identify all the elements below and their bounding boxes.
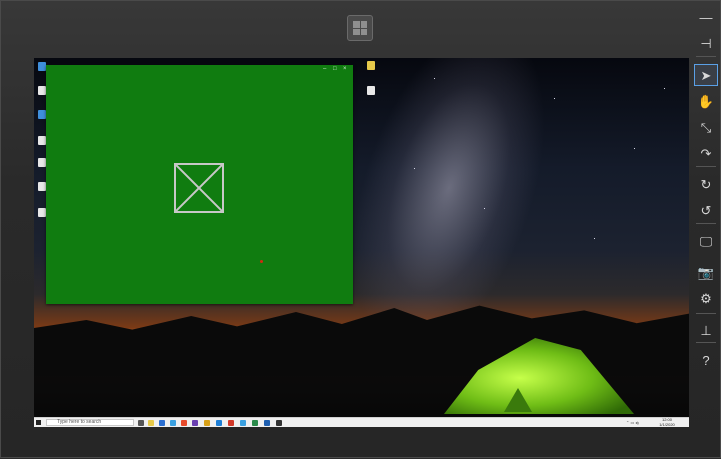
taskbar-search-input[interactable]: Type here to search — [46, 419, 134, 426]
minimize-window-button[interactable]: – — [323, 66, 326, 72]
emulator-toolbar: — ⊣ ➤ ✋ ⤡ ↷ ↻ ↺ 🖵 📷 ⚙ ⊥? — [690, 1, 721, 459]
toolbar-divider — [696, 56, 716, 57]
windows-tiles-icon — [353, 21, 367, 35]
pointer-button[interactable]: ➤ — [694, 64, 718, 86]
rotate-gesture-button[interactable]: ↷ — [694, 142, 718, 164]
taskbar: Type here to search ⌃ ▭ ◂) 12:00 1/1/2020 — [34, 417, 689, 427]
rotate-counterclockwise-icon: ↺ — [700, 202, 712, 218]
taskbar-app-icon[interactable] — [240, 420, 246, 426]
taskbar-app-icon[interactable] — [170, 420, 176, 426]
desktop-icon[interactable] — [38, 182, 46, 191]
taskbar-app-icon[interactable] — [159, 420, 165, 426]
camera-icon: 📷 — [697, 264, 715, 280]
settings-gear-icon: ⚙ — [700, 290, 712, 306]
toolbar-divider — [696, 342, 716, 343]
pointer-icon: ➤ — [700, 67, 712, 83]
rotate-clockwise-icon: ↻ — [700, 176, 712, 192]
taskbar-app-icon[interactable] — [138, 420, 144, 426]
taskbar-app-icon[interactable] — [252, 420, 258, 426]
app-window[interactable]: – □ × — [46, 65, 353, 304]
desktop-icon[interactable] — [38, 158, 46, 167]
desktop-icon[interactable] — [367, 61, 375, 70]
toolbar-divider — [696, 313, 716, 314]
minimize-icon: — — [699, 9, 713, 25]
emulator-frame: – □ × Type here to search ⌃ ▭ ◂) 12:00 1… — [0, 0, 721, 458]
taskbar-app-icon[interactable] — [181, 420, 187, 426]
taskbar-app-icon[interactable] — [148, 420, 154, 426]
taskbar-app-icon[interactable] — [216, 420, 222, 426]
pinch-button[interactable]: ⤡ — [694, 116, 718, 138]
pin-icon: ⊣ — [700, 35, 712, 51]
maximize-window-button[interactable]: □ — [333, 66, 337, 72]
network-button[interactable]: ⊥ — [694, 319, 718, 341]
taskbar-app-icon[interactable] — [264, 420, 270, 426]
cursor-indicator — [260, 260, 263, 263]
windows-button[interactable] — [347, 15, 373, 41]
taskbar-app-icon[interactable] — [276, 420, 282, 426]
monitor-button[interactable]: 🖵 — [694, 230, 718, 252]
image-placeholder-icon — [174, 163, 224, 213]
taskbar-app-icon[interactable] — [192, 420, 198, 426]
toolbar-divider — [696, 166, 716, 167]
desktop-icon[interactable] — [38, 110, 46, 119]
pinch-icon: ⤡ — [700, 119, 712, 135]
rotate-counterclockwise-button[interactable]: ↺ — [694, 199, 718, 221]
desktop-icon[interactable] — [38, 208, 46, 217]
settings-gear-button[interactable]: ⚙ — [694, 287, 718, 309]
taskbar-clock[interactable]: 12:00 1/1/2020 — [658, 417, 676, 427]
device-screen[interactable]: – □ × Type here to search ⌃ ▭ ◂) 12:00 1… — [34, 58, 689, 427]
desktop-icon[interactable] — [38, 136, 46, 145]
network-icon: ⊥ — [700, 322, 712, 338]
desktop-icon[interactable] — [38, 86, 46, 95]
rotate-clockwise-button[interactable]: ↻ — [694, 173, 718, 195]
camera-button[interactable]: 📷 — [694, 261, 718, 283]
taskbar-app-icon[interactable] — [228, 420, 234, 426]
toolbar-divider — [696, 223, 716, 224]
start-button[interactable] — [36, 420, 41, 425]
hand-icon: ✋ — [697, 93, 715, 109]
monitor-icon: 🖵 — [699, 233, 713, 249]
minimize-button[interactable]: — — [694, 6, 718, 28]
desktop-icon[interactable] — [367, 86, 375, 95]
rotate-gesture-icon: ↷ — [700, 145, 712, 161]
close-window-button[interactable]: × — [343, 66, 347, 72]
hand-button[interactable]: ✋ — [694, 90, 718, 112]
help-icon: ? — [702, 352, 710, 368]
desktop-icon[interactable] — [38, 62, 46, 71]
taskbar-app-icon[interactable] — [204, 420, 210, 426]
system-tray[interactable]: ⌃ ▭ ◂) — [626, 420, 639, 425]
help-button[interactable]: ? — [694, 349, 718, 371]
pin-button[interactable]: ⊣ — [694, 32, 718, 54]
